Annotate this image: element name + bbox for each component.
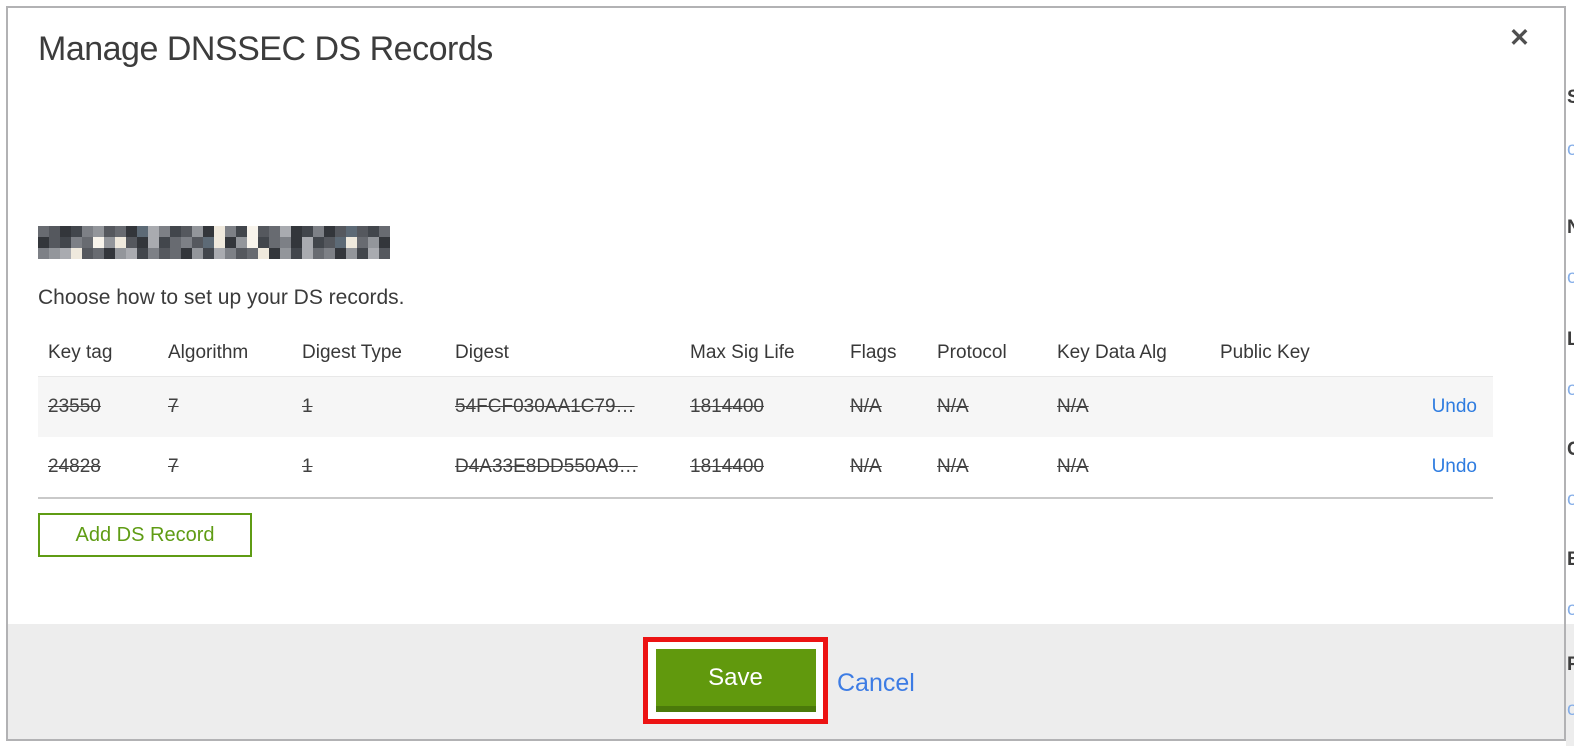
page-title: Manage DNSSEC DS Records: [38, 30, 493, 68]
cell-max-sig-life: 1814400: [690, 396, 764, 417]
column-header-protocol: Protocol: [937, 342, 1007, 363]
cell-key-data-alg: N/A: [1057, 396, 1089, 417]
cell-flags: N/A: [850, 456, 882, 477]
cell-digest: 54FCF030AA1C79…: [455, 396, 635, 417]
ds-records-table: Key tag Algorithm Digest Type Digest Max…: [38, 330, 1493, 499]
backdrop-sliver: SoNoLoCoEoPo: [1566, 0, 1574, 746]
column-header-key-data-alg: Key Data Alg: [1057, 342, 1167, 363]
column-header-algorithm: Algorithm: [168, 342, 249, 363]
column-header-digest-type: Digest Type: [302, 342, 402, 363]
backdrop-footer-tint: [1566, 624, 1574, 746]
column-header-flags: Flags: [850, 342, 897, 363]
cell-algorithm: 7: [168, 396, 179, 417]
table-header-row: Key tag Algorithm Digest Type Digest Max…: [38, 330, 1493, 376]
cell-protocol: N/A: [937, 396, 969, 417]
cell-max-sig-life: 1814400: [690, 456, 764, 477]
cell-digest-type: 1: [302, 456, 313, 477]
redacted-domain-name: [38, 226, 390, 259]
column-header-key-tag: Key tag: [48, 342, 113, 363]
instruction-text: Choose how to set up your DS records.: [38, 286, 405, 309]
cell-digest: D4A33E8DD550A9…: [455, 456, 638, 477]
column-header-digest: Digest: [455, 342, 509, 363]
cell-algorithm: 7: [168, 456, 179, 477]
add-ds-record-button[interactable]: Add DS Record: [38, 513, 252, 557]
column-header-public-key: Public Key: [1220, 342, 1310, 363]
cell-protocol: N/A: [937, 456, 969, 477]
cancel-link[interactable]: Cancel: [837, 669, 915, 698]
table-row: 24828 7 1 D4A33E8DD550A9… 1814400 N/A N/…: [38, 437, 1493, 497]
cell-key-tag: 23550: [48, 396, 101, 417]
save-button[interactable]: Save: [655, 649, 816, 712]
close-icon[interactable]: ✕: [1509, 26, 1530, 51]
cell-key-data-alg: N/A: [1057, 456, 1089, 477]
column-header-max-sig-life: Max Sig Life: [690, 342, 795, 363]
annotation-highlight: Save: [643, 637, 828, 724]
manage-dnssec-modal: Manage DNSSEC DS Records ✕ Choose how to…: [6, 6, 1566, 741]
undo-link[interactable]: Undo: [1432, 456, 1477, 477]
modal-footer: Save Cancel: [8, 624, 1564, 739]
cell-digest-type: 1: [302, 396, 313, 417]
table-row: 23550 7 1 54FCF030AA1C79… 1814400 N/A N/…: [38, 377, 1493, 437]
cell-flags: N/A: [850, 396, 882, 417]
undo-link[interactable]: Undo: [1432, 396, 1477, 417]
cell-key-tag: 24828: [48, 456, 101, 477]
table-body: 23550 7 1 54FCF030AA1C79… 1814400 N/A N/…: [38, 376, 1493, 499]
